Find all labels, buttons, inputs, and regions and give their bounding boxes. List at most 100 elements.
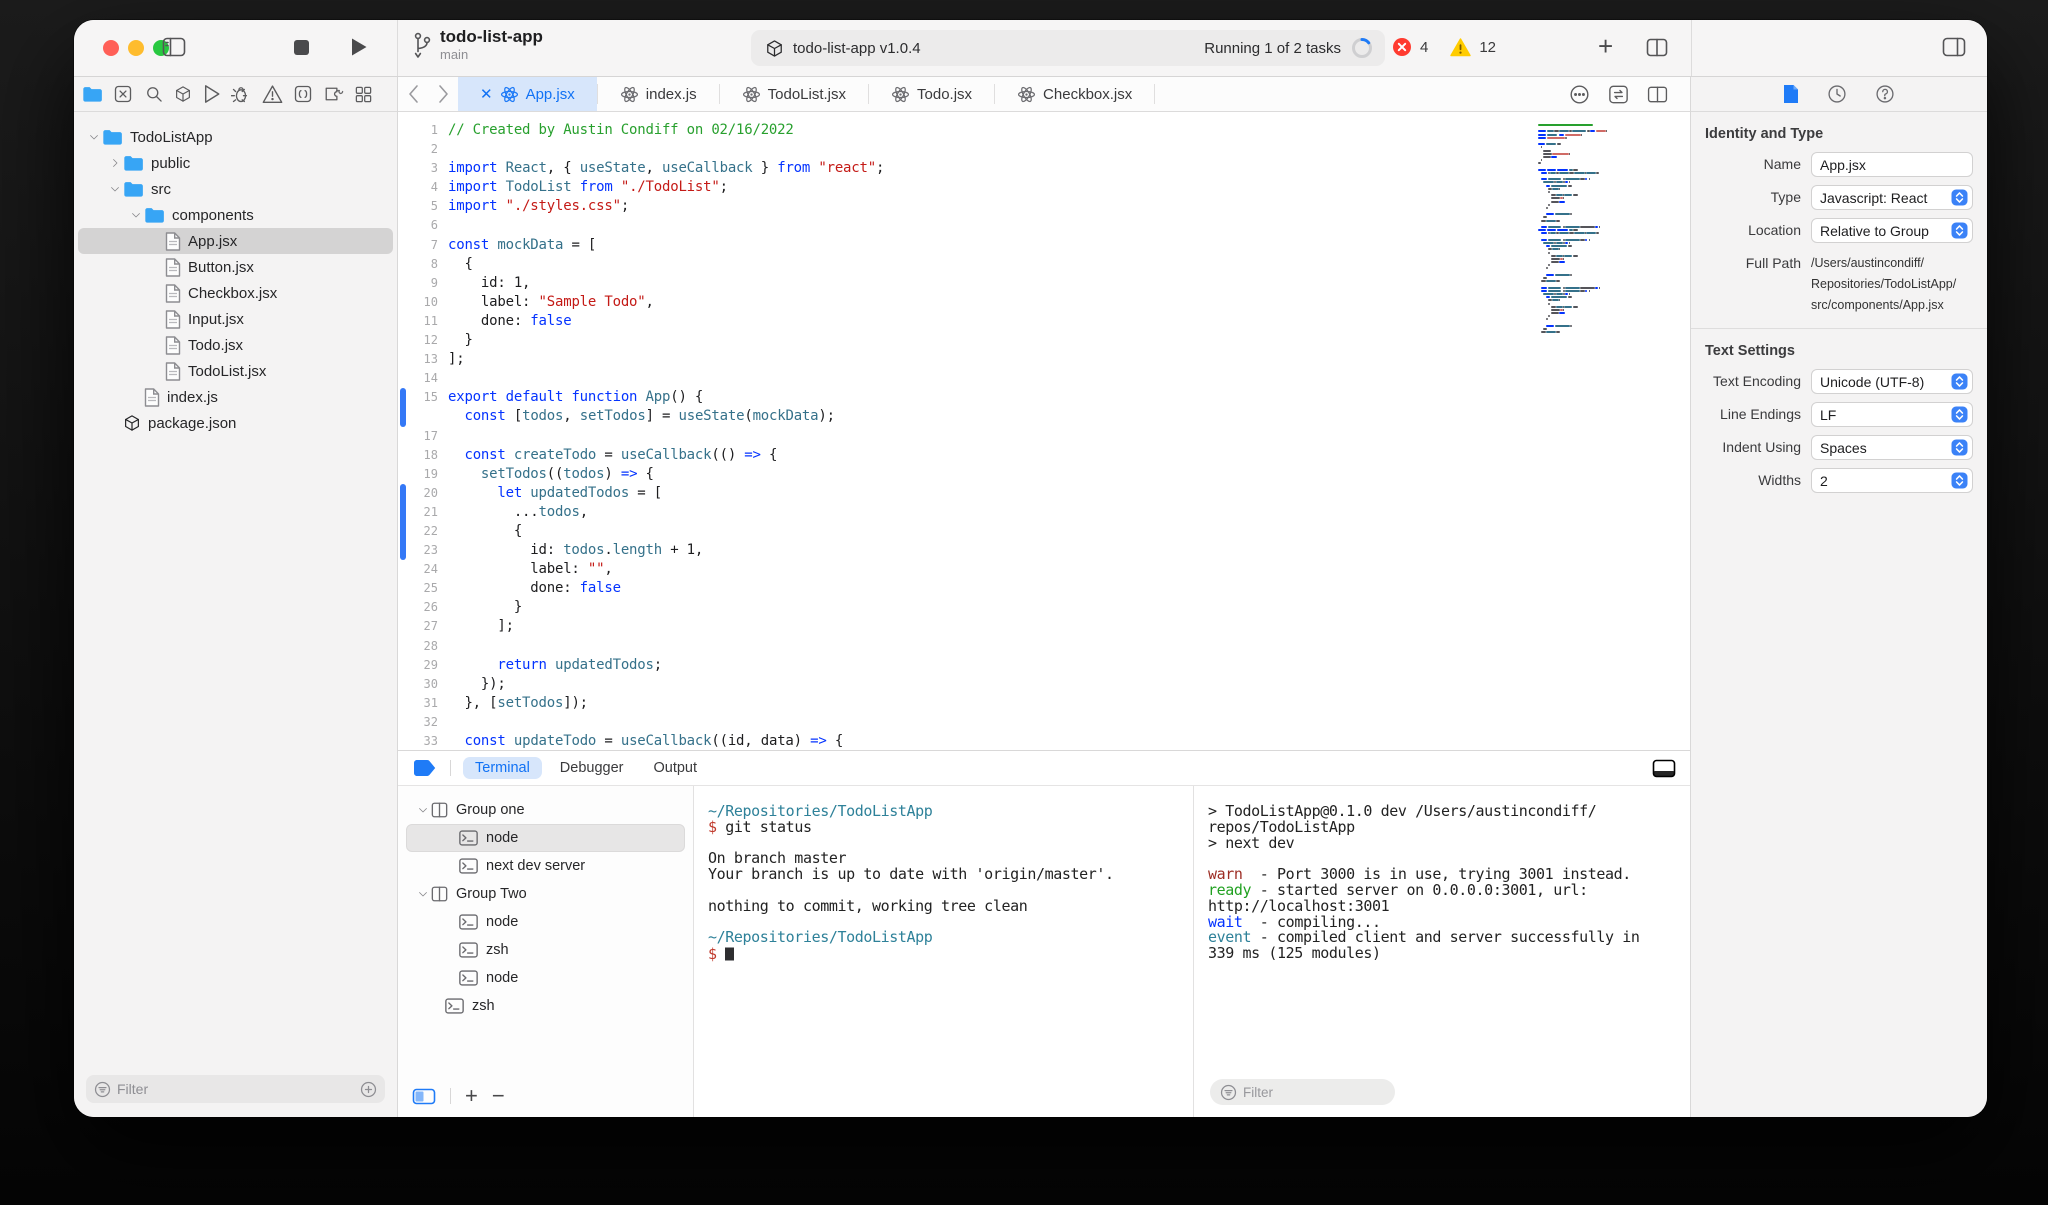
bottom-tab-debugger[interactable]: Debugger	[548, 757, 636, 779]
minimap-line	[1538, 289, 1638, 292]
tab-index-js[interactable]: index.js	[598, 77, 719, 111]
chevron-down-icon[interactable]	[128, 209, 144, 221]
bottom-tab-terminal[interactable]: Terminal	[463, 757, 542, 779]
activity-status-bar[interactable]: todo-list-app v1.0.4 Running 1 of 2 task…	[751, 30, 1385, 66]
navigator-debug-icon[interactable]	[231, 84, 251, 104]
minimap-line	[1538, 159, 1638, 162]
minimap-line	[1538, 162, 1638, 165]
location-select[interactable]: Relative to Group	[1811, 218, 1973, 243]
terminal-pane-git[interactable]: ~/Repositories/TodoListApp $ git status On…	[694, 786, 1194, 1117]
forward-button[interactable]	[428, 77, 458, 111]
terminal-item-node[interactable]: node	[406, 908, 685, 936]
terminal-line: $ git status	[708, 817, 812, 836]
terminal-item-zsh[interactable]: zsh	[406, 992, 685, 1020]
toggle-right-sidebar-icon[interactable]	[1942, 37, 1966, 57]
navigator-grid-icon[interactable]	[354, 85, 373, 104]
collapse-bottom-panel-icon[interactable]	[1652, 759, 1676, 778]
tab-todolist-jsx[interactable]: TodoList.jsx	[720, 77, 868, 111]
code-line: 15 export default function App() {	[398, 388, 1690, 407]
navigator-snippets-icon[interactable]	[293, 84, 313, 104]
chevron-down-icon[interactable]	[107, 183, 123, 195]
tree-item-todolistapp[interactable]: TodoListApp	[78, 124, 393, 150]
add-button[interactable]: +	[1598, 31, 1613, 62]
add-filter-icon[interactable]	[360, 1081, 377, 1098]
run-task-button[interactable]	[350, 37, 368, 57]
tab-label: App.jsx	[525, 85, 575, 103]
tree-item-public[interactable]: public	[78, 150, 393, 176]
code-line: 14	[398, 369, 1690, 388]
tree-item-todo-jsx[interactable]: Todo.jsx	[78, 332, 393, 358]
minimap-line	[1538, 283, 1638, 285]
terminal-item-next-dev-server[interactable]: next dev server	[406, 852, 685, 880]
navigator-symbols-icon[interactable]	[113, 84, 133, 104]
close-tab-icon[interactable]: ✕	[480, 85, 493, 103]
add-terminal-button[interactable]: +	[465, 1085, 478, 1107]
code-text: label: "Sample Todo",	[448, 293, 654, 310]
inspector-row-line-endings: Line Endings LF	[1705, 402, 1973, 427]
tag-icon[interactable]	[412, 759, 438, 777]
terminal-item-zsh[interactable]: zsh	[406, 936, 685, 964]
minimap-line	[1538, 280, 1638, 283]
minimize-window-button[interactable]	[128, 40, 144, 56]
back-button[interactable]	[398, 77, 428, 111]
navigator-warnings-icon[interactable]	[262, 84, 283, 104]
tree-item-app-jsx[interactable]: App.jsx	[78, 228, 393, 254]
more-options-icon[interactable]	[1569, 84, 1590, 105]
inspector-label: Type	[1770, 189, 1801, 205]
close-window-button[interactable]	[103, 40, 119, 56]
line-endings-select[interactable]: LF	[1811, 402, 1973, 427]
tree-item-src[interactable]: src	[78, 176, 393, 202]
navigator-search-icon[interactable]	[144, 84, 164, 104]
text-encoding-select[interactable]: Unicode (UTF-8)	[1811, 369, 1973, 394]
tree-item-label: public	[151, 154, 191, 172]
tree-item-button-jsx[interactable]: Button.jsx	[78, 254, 393, 280]
swap-editor-icon[interactable]	[1608, 85, 1629, 104]
type-select[interactable]: Javascript: React	[1811, 185, 1973, 210]
editor-layout-icon[interactable]	[1646, 38, 1668, 57]
tree-item-components[interactable]: components	[78, 202, 393, 228]
name-field[interactable]: App.jsx	[1811, 152, 1973, 177]
help-inspector-icon[interactable]	[1875, 84, 1895, 104]
indent-using-select[interactable]: Spaces	[1811, 435, 1973, 460]
navigator-run-icon[interactable]	[203, 84, 221, 104]
navigator-package-icon[interactable]	[174, 85, 192, 103]
remove-terminal-button[interactable]: −	[492, 1085, 505, 1107]
chevron-down-icon[interactable]	[86, 131, 102, 143]
inspector-row-location: Location Relative to Group	[1705, 218, 1973, 243]
history-inspector-icon[interactable]	[1827, 84, 1847, 104]
package-icon	[123, 414, 141, 432]
chevron-right-icon[interactable]	[107, 157, 123, 169]
code-editor[interactable]: 1 // Created by Austin Condiff on 02/16/2…	[398, 112, 1690, 750]
tree-item-index-js[interactable]: index.js	[78, 384, 393, 410]
terminal-item-node[interactable]: node	[406, 964, 685, 992]
terminal-pane-devserver[interactable]: > TodoListApp@0.1.0 dev /Users/austincon…	[1194, 786, 1694, 1117]
bottom-tab-output[interactable]: Output	[641, 757, 709, 779]
stop-task-button[interactable]	[293, 39, 310, 56]
minimap-line	[1538, 140, 1638, 142]
navigator-filter-field[interactable]: Filter	[86, 1075, 385, 1103]
terminal-group-group-one[interactable]: Group one	[406, 796, 685, 824]
tree-item-todolist-jsx[interactable]: TodoList.jsx	[78, 358, 393, 384]
file-inspector-icon[interactable]	[1783, 84, 1799, 104]
minimap[interactable]	[1538, 124, 1638, 334]
chevron-down-icon[interactable]	[415, 888, 431, 900]
project-title-group: todo-list-app main	[412, 27, 543, 62]
split-editor-icon[interactable]	[1647, 86, 1668, 103]
tab-checkbox-jsx[interactable]: Checkbox.jsx	[995, 77, 1154, 111]
tab-app-jsx[interactable]: ✕ App.jsx	[458, 77, 597, 111]
issue-badges[interactable]: 4 12	[1392, 37, 1496, 57]
terminal-filter-field[interactable]: Filter	[1210, 1079, 1395, 1105]
navigator-extensions-icon[interactable]	[324, 85, 344, 103]
split-terminal-icon[interactable]	[412, 1088, 436, 1105]
terminal-group-group-two[interactable]: Group Two	[406, 880, 685, 908]
tab-todo-jsx[interactable]: Todo.jsx	[869, 77, 994, 111]
tree-item-input-jsx[interactable]: Input.jsx	[78, 306, 393, 332]
navigator-folder-icon[interactable]	[82, 86, 103, 103]
toggle-left-sidebar-icon[interactable]	[162, 37, 186, 57]
desktop-background: { "colors":{"accent":"#1172f5","kw":"#04…	[0, 0, 2048, 1205]
terminal-item-node[interactable]: node	[406, 824, 685, 852]
chevron-down-icon[interactable]	[415, 804, 431, 816]
tree-item-checkbox-jsx[interactable]: Checkbox.jsx	[78, 280, 393, 306]
widths-select[interactable]: 2	[1811, 468, 1973, 493]
tree-item-package-json[interactable]: package.json	[78, 410, 393, 436]
